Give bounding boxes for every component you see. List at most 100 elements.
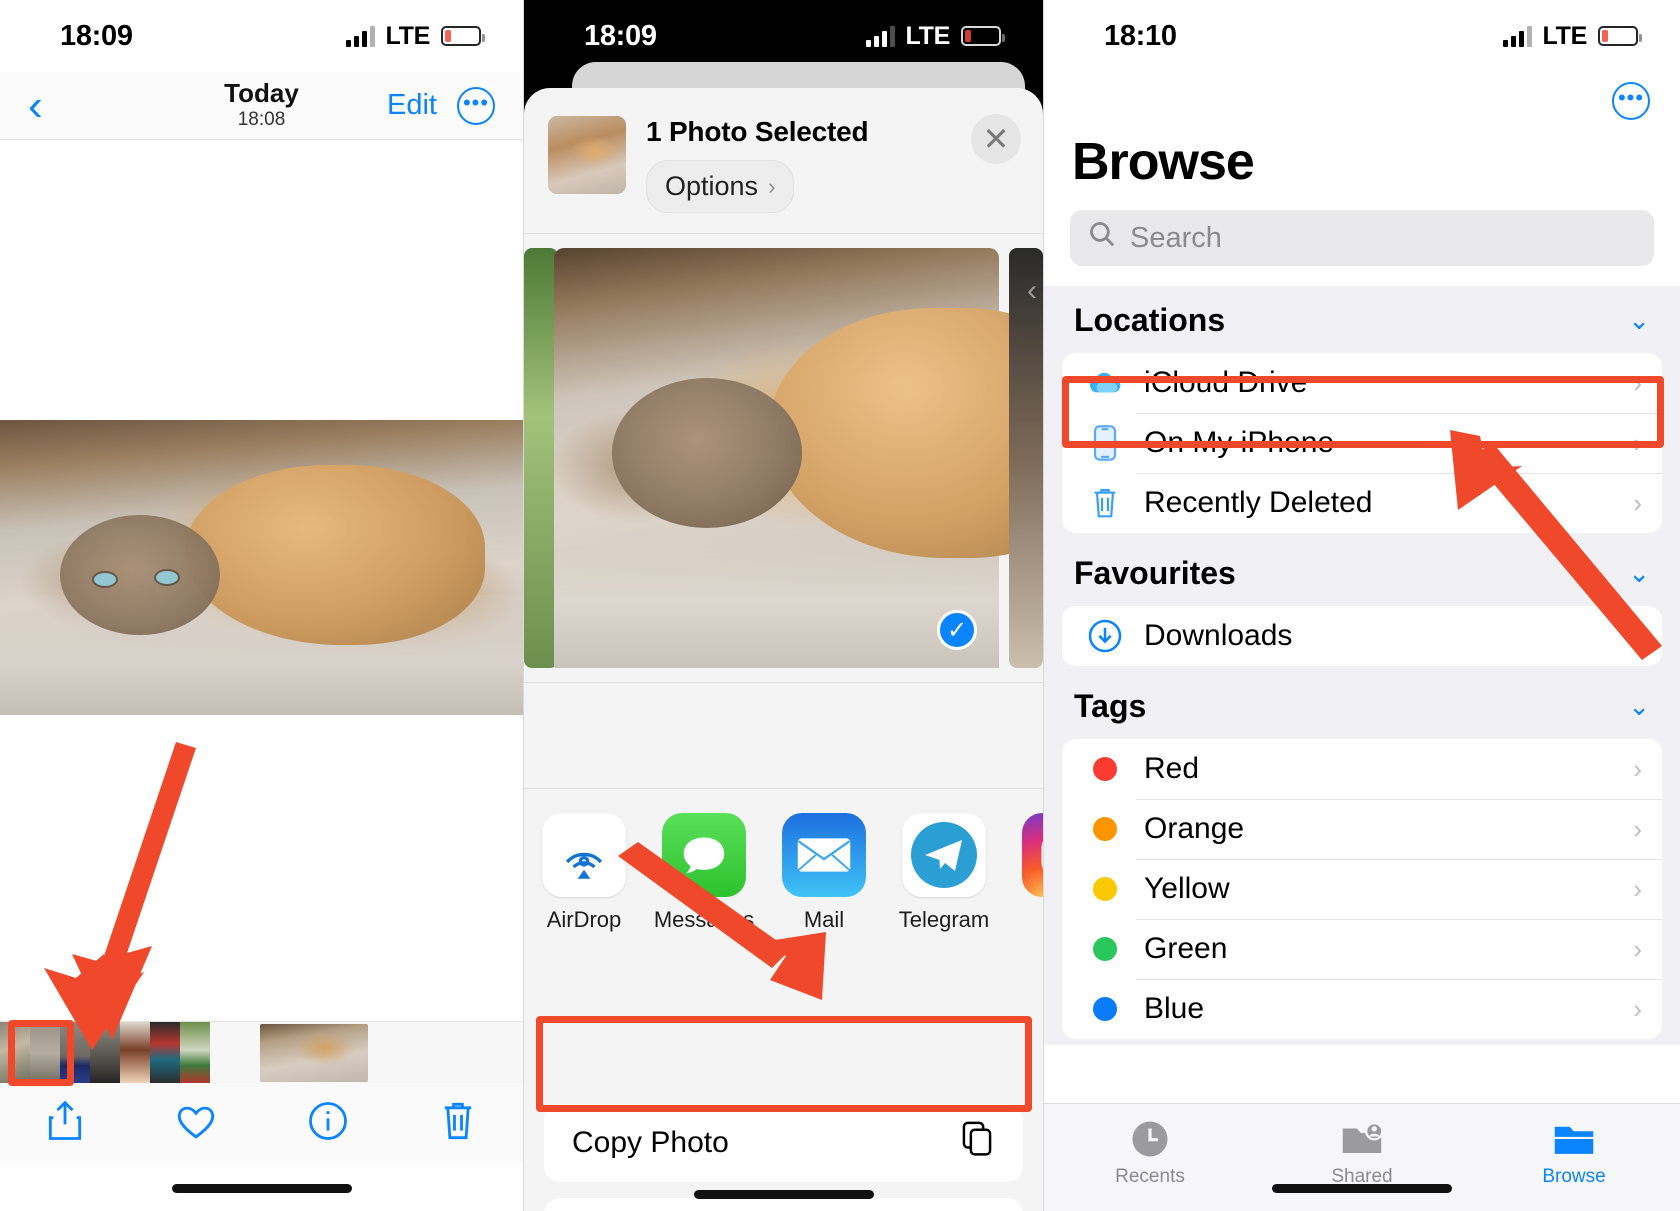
files-tab-bar: Recents Shared Browse [1044,1103,1680,1211]
more-options-icon[interactable]: ••• [457,86,495,125]
filmstrip-thumb[interactable] [180,1021,210,1084]
share-app-telegram[interactable]: Telegram [884,813,1004,948]
list-item-icloud-drive[interactable]: iCloud Drive › [1062,353,1662,413]
list-item-tag-green[interactable]: Green › [1062,919,1662,979]
photo-preview[interactable] [0,420,523,715]
signal-bars-icon [865,25,895,47]
item-label: Recently Deleted [1144,486,1373,519]
share-app-instagram[interactable]: Ins [1004,813,1043,948]
files-content: ••• Browse Search Locations ⌄ iCloud Dri… [1044,72,1680,1211]
list-item-recently-deleted[interactable]: Recently Deleted › [1062,473,1662,533]
trash-icon[interactable] [438,1099,478,1148]
section-header-favourites[interactable]: Favourites ⌄ [1044,539,1680,606]
share-app-mail[interactable]: Mail [764,813,884,948]
chevron-right-icon: › [1633,427,1642,458]
icloud-icon [1082,369,1128,397]
carousel-thumb-prev[interactable] [524,248,558,668]
copy-icon [959,1119,995,1167]
action-copy-photo[interactable]: Copy Photo [544,1104,1023,1182]
photos-bottom-toolbar [0,1083,523,1163]
chevron-right-icon: › [1633,367,1642,398]
more-options-icon[interactable]: ••• [1612,82,1650,120]
list-item-tag-orange[interactable]: Orange › [1062,799,1662,859]
tab-shared[interactable]: Shared [1256,1104,1468,1211]
tab-browse[interactable]: Browse [1468,1104,1680,1211]
app-label: Mail [803,907,845,932]
page-title: Browse [1072,133,1255,191]
section-header-locations[interactable]: Locations ⌄ [1044,286,1680,353]
photo-cat-eye-left [94,573,116,586]
chevron-left-icon[interactable]: ‹ [1027,274,1037,308]
photo-cat-eye-right [156,571,178,584]
copy-photo-highlight [536,1016,1032,1112]
network-type-label: LTE [385,21,431,50]
section-title: Tags [1074,688,1147,724]
chevron-down-icon[interactable]: ⌄ [1628,558,1650,589]
share-icon[interactable] [45,1097,85,1150]
close-icon[interactable]: ✕ [971,114,1021,164]
filmstrip-thumb[interactable] [0,1021,30,1084]
list-item-tag-red[interactable]: Red › [1062,739,1662,799]
network-type-label: LTE [905,21,951,50]
share-app-messages[interactable]: Messages [644,813,764,948]
signal-bars-icon [345,25,375,47]
trash-icon [1082,486,1128,520]
list-item-tag-blue[interactable]: Blue › [1062,979,1662,1039]
search-placeholder: Search [1130,221,1222,254]
filmstrip-thumb[interactable] [150,1021,180,1084]
carousel-thumb-next[interactable] [1009,248,1043,668]
tab-label: Recents [1115,1166,1185,1187]
filmstrip-thumb[interactable] [30,1021,60,1084]
favourites-list: Downloads › [1062,606,1662,666]
selected-photo-thumbnail[interactable] [548,116,626,194]
share-sheet: 1 Photo Selected Options › ✕ ✓ ‹ AirDrop… [524,88,1043,1211]
home-indicator [171,1184,352,1193]
filmstrip-thumb[interactable] [120,1021,150,1084]
battery-icon [1598,26,1642,46]
messages-icon [662,813,746,897]
list-item-on-my-iphone[interactable]: On My iPhone › [1062,413,1662,473]
photos-app-panel: 18:09 LTE ‹ Today 18:08 Edit ••• [0,0,524,1211]
heart-icon[interactable] [174,1101,218,1146]
status-bar-photos: 18:09 LTE [0,0,523,72]
section-title: Locations [1074,302,1226,338]
info-icon[interactable] [307,1100,349,1147]
checkmark-icon[interactable]: ✓ [937,610,977,650]
tab-label: Browse [1542,1166,1606,1187]
network-type-label: LTE [1542,21,1588,50]
files-app-panel: 18:10 LTE ••• Browse Search Locations ⌄ … [1044,0,1680,1211]
section-header-tags[interactable]: Tags ⌄ [1044,672,1680,739]
photo-filmstrip[interactable] [0,1021,523,1084]
filmstrip-current-thumb[interactable] [260,1023,368,1082]
list-item-tag-yellow[interactable]: Yellow › [1062,859,1662,919]
options-button[interactable]: Options › [646,160,795,213]
airdrop-icon [542,813,626,897]
home-indicator [693,1190,874,1199]
item-label: Downloads [1144,619,1293,652]
photos-navbar: ‹ Today 18:08 Edit ••• [0,72,523,140]
instagram-icon [1022,813,1043,897]
selection-title: 1 Photo Selected [646,116,869,147]
app-label: Telegram [898,907,990,932]
filmstrip-thumb[interactable] [60,1021,90,1084]
photo-carousel[interactable]: ✓ ‹ [524,233,1043,683]
carousel-cat-head [612,378,802,528]
mail-icon [782,813,866,897]
search-field[interactable]: Search [1070,210,1654,266]
telegram-icon [902,813,986,897]
list-item-downloads[interactable]: Downloads › [1062,606,1662,666]
carousel-selected-photo[interactable]: ✓ [554,248,1043,668]
section-title: Favourites [1074,555,1236,591]
action-add-to-shared-album[interactable]: Add to Shared Album [544,1198,1023,1211]
download-circle-icon [1082,618,1128,654]
chevron-down-icon[interactable]: ⌄ [1628,305,1650,336]
battery-icon [961,26,1005,46]
item-label: Red [1144,752,1200,785]
share-app-airdrop[interactable]: AirDrop [524,813,644,948]
tab-recents[interactable]: Recents [1044,1104,1256,1211]
item-label: Green [1144,932,1228,965]
chevron-down-icon[interactable]: ⌄ [1628,691,1650,722]
filmstrip-thumb[interactable] [90,1021,120,1084]
edit-button[interactable]: Edit [387,89,437,122]
chevron-right-icon: › [1633,753,1642,784]
